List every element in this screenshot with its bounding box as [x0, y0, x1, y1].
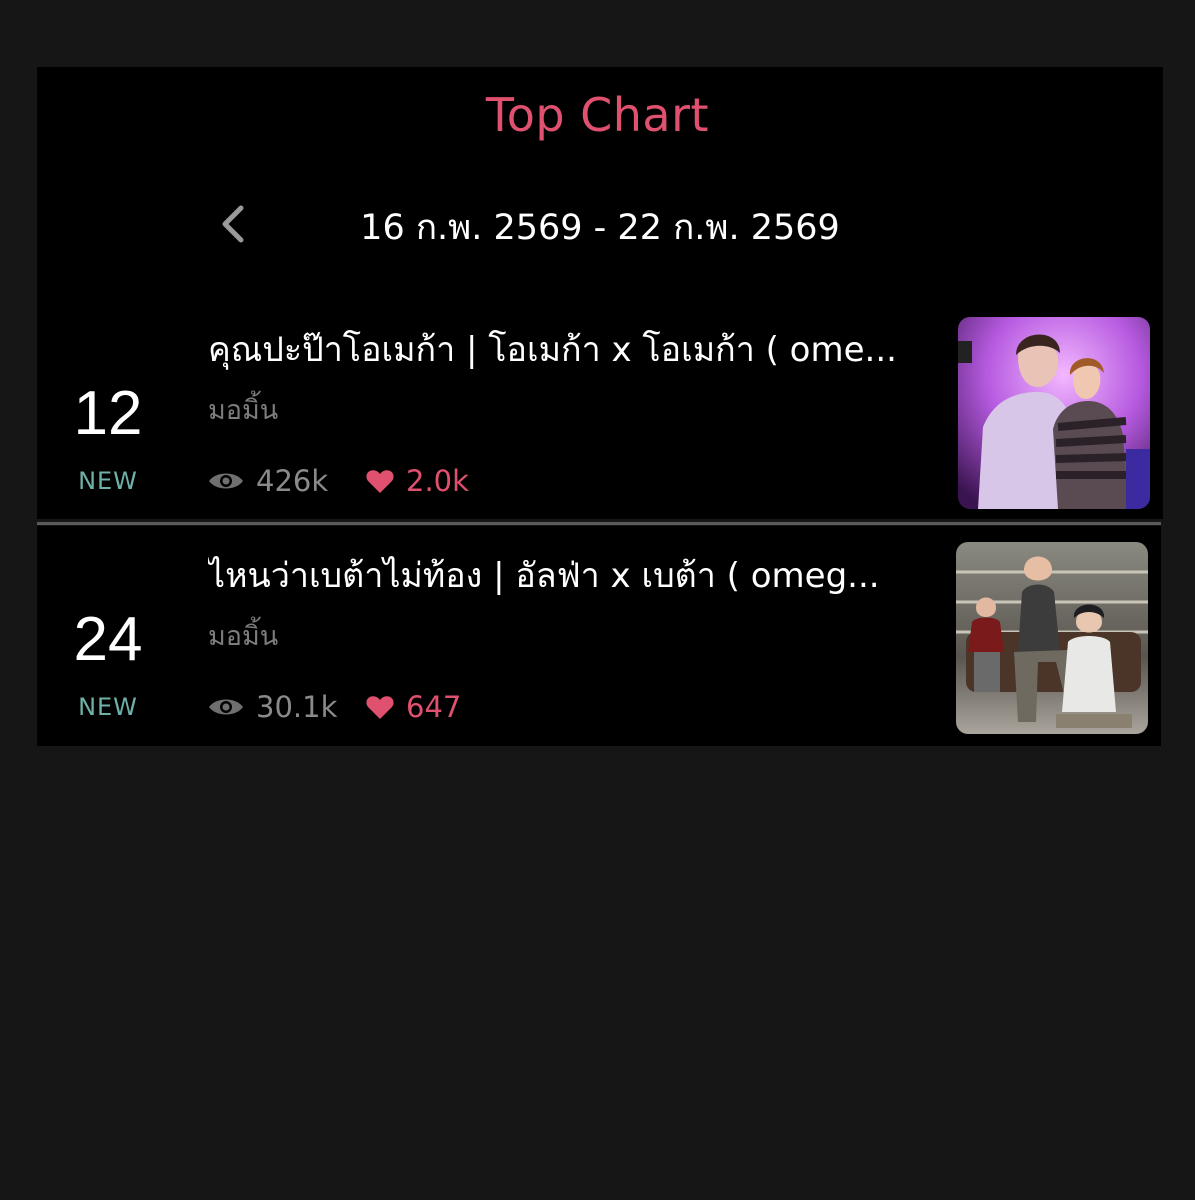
- view-count: 30.1k: [208, 690, 337, 724]
- view-count-value: 426k: [256, 464, 329, 498]
- page-title: Top Chart: [485, 88, 710, 142]
- cover-illustration: [956, 542, 1148, 734]
- date-range-label: 16 ก.พ. 2569 - 22 ก.พ. 2569: [360, 208, 840, 248]
- heart-icon: [366, 695, 394, 719]
- story-title[interactable]: ไหนว่าเบต้าไม่ท้อง | อัลฟ่า x เบต้า ( om…: [208, 548, 943, 602]
- eye-icon: [209, 699, 243, 715]
- item-divider: [37, 522, 1161, 525]
- like-count: 647: [366, 690, 461, 724]
- story-cover-image[interactable]: [956, 542, 1148, 734]
- heart-icon: [366, 469, 394, 493]
- chart-item[interactable]: 24 NEW ไหนว่าเบต้าไม่ท้อง | อัลฟ่า x เบต…: [0, 526, 1195, 746]
- like-count-value: 647: [406, 690, 462, 724]
- story-cover-image[interactable]: [958, 317, 1150, 509]
- eye-icon: [209, 473, 243, 489]
- new-badge: NEW: [78, 693, 138, 721]
- rank-number: 12: [73, 379, 143, 448]
- view-count: 426k: [208, 464, 328, 498]
- view-count-value: 30.1k: [256, 690, 338, 724]
- author-name[interactable]: มอมิ้น: [208, 614, 278, 657]
- author-name[interactable]: มอมิ้น: [208, 388, 278, 431]
- cover-illustration: [958, 317, 1150, 509]
- new-badge: NEW: [78, 467, 138, 495]
- rank-number: 24: [73, 605, 143, 674]
- chart-item[interactable]: 12 NEW คุณปะป๊าโอเมก้า | โอเมก้า x โอเมก…: [0, 300, 1195, 515]
- like-count-value: 2.0k: [406, 464, 469, 498]
- story-title[interactable]: คุณปะป๊าโอเมก้า | โอเมก้า x โอเมก้า ( om…: [208, 322, 943, 376]
- chevron-left-icon: [222, 205, 244, 243]
- like-count: 2.0k: [366, 464, 469, 498]
- previous-week-button[interactable]: [214, 203, 254, 245]
